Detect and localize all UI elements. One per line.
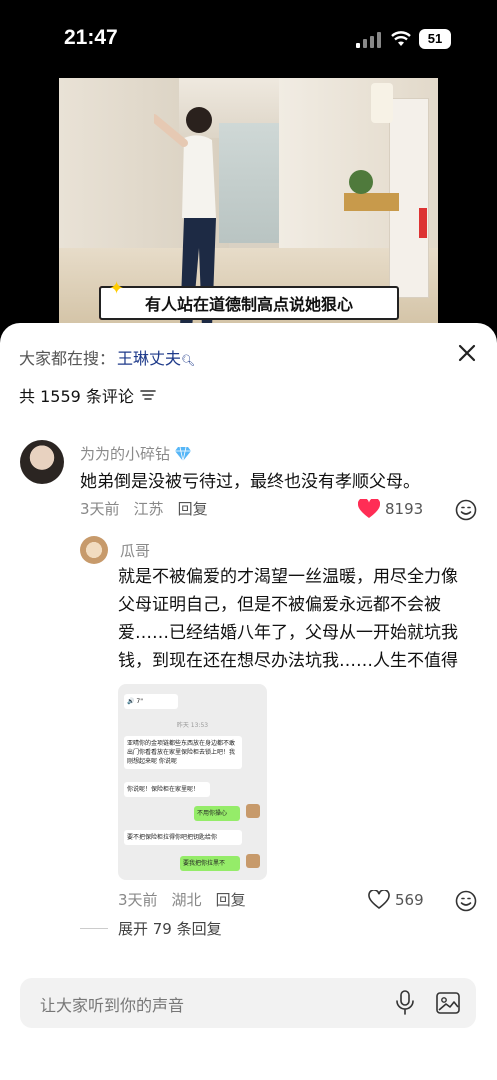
emoji-react-icon[interactable] <box>455 890 477 912</box>
reply-author[interactable]: 瓜哥 <box>120 540 150 561</box>
heart-filled-icon <box>358 499 380 518</box>
comment-meta: 3天前 江苏 回复 <box>80 498 208 519</box>
reply-meta: 3天前 湖北 回复 <box>118 889 246 910</box>
status-time: 21:47 <box>64 26 118 49</box>
chat-avatar <box>246 804 260 818</box>
comment-text: 她弟倒是没被亏待过，最终也没有孝顺父母。 <box>80 472 420 492</box>
heart-outline-icon <box>368 890 390 909</box>
comment-sheet: 大家都在搜： 王琳丈夫🔍︎ 共 1559 条评论 为为的小碎钻 她弟倒是没被亏待过… <box>0 323 497 1080</box>
search-keyword[interactable]: 王琳丈夫 <box>117 349 181 368</box>
chat-avatar <box>246 854 260 868</box>
chat-message: 你说呢！保险柜在家里呢！ <box>124 782 210 797</box>
like-button[interactable]: 8193 <box>358 499 423 519</box>
like-count: 569 <box>395 891 424 909</box>
diamond-badge-icon <box>175 446 192 461</box>
battery-icon: 51 <box>419 29 451 49</box>
wifi-icon <box>391 31 411 46</box>
comment-input-placeholder: 让大家听到你的声音 <box>40 996 185 1015</box>
reply-button[interactable]: 回复 <box>216 889 246 910</box>
battery-level: 51 <box>427 31 443 46</box>
video-caption: 有人站在道德制高点说她狠心 <box>99 286 399 320</box>
search-icon: 🔍︎ <box>181 354 195 367</box>
home-indicator-area <box>0 1066 497 1080</box>
avatar[interactable] <box>80 536 108 564</box>
chat-date: 昨天 13:53 <box>176 722 209 729</box>
chat-message: 不用你操心 <box>194 806 240 821</box>
chat-message: 要我把你拉黑不 <box>180 856 240 871</box>
voice-message: 🔊 7" <box>124 694 178 709</box>
avatar[interactable] <box>20 440 64 484</box>
comment-input[interactable]: 让大家听到你的声音 <box>20 978 476 1028</box>
sparkle-icon: ✦ <box>109 278 125 299</box>
close-icon[interactable] <box>455 341 479 365</box>
reply-text: 就是不被偏爱的才渴望一丝温暖，用尽全力像父母证明自己，但是不被偏爱永远都不会被爱… <box>118 567 458 671</box>
comment-time: 3天前 <box>80 500 120 518</box>
reply-location: 湖北 <box>171 891 202 909</box>
divider <box>80 928 108 929</box>
comment-count-label: 共 1559 条评论 <box>19 387 134 406</box>
reply-button[interactable]: 回复 <box>178 498 208 519</box>
chat-message: 要不把保险柜拉得你吧把钥匙给你 <box>124 830 242 845</box>
microphone-icon[interactable] <box>395 990 415 1016</box>
comment-author[interactable]: 为为的小碎钻 <box>80 443 192 464</box>
comment-location: 江苏 <box>133 500 164 518</box>
like-button[interactable]: 569 <box>368 890 424 910</box>
status-bar: 21:47 51 <box>0 0 497 78</box>
chat-message: 亚晴你的金项链都些东西放在身边都不敢出门你看看放在家里保险柜去锁上吧！我刚想起来… <box>124 736 242 769</box>
comment-count[interactable]: 共 1559 条评论 <box>19 383 156 407</box>
video-frame[interactable]: 有人站在道德制高点说她狠心 ✦ <box>59 78 438 328</box>
reply-time: 3天前 <box>118 891 158 909</box>
search-prefix: 大家都在搜： <box>19 349 116 368</box>
expand-replies-label: 展开 79 条回复 <box>118 920 222 938</box>
reply-image[interactable]: 🔊 7" 昨天 13:53 亚晴你的金项链都些东西放在身边都不敢出门你看看放在家… <box>118 684 267 880</box>
like-count: 8193 <box>385 500 424 518</box>
screen: 21:47 51 有人站在道德制高点说她狠心 ✦ 大家都在搜： 王琳丈夫🔍︎ 共… <box>0 0 497 1080</box>
emoji-react-icon[interactable] <box>455 499 477 521</box>
sort-icon <box>140 390 156 400</box>
search-suggestion[interactable]: 大家都在搜： 王琳丈夫🔍︎ <box>19 345 195 369</box>
image-icon[interactable] <box>435 990 461 1016</box>
cellular-signal-icon <box>356 32 381 48</box>
expand-replies-button[interactable]: 展开 79 条回复 <box>80 918 222 939</box>
